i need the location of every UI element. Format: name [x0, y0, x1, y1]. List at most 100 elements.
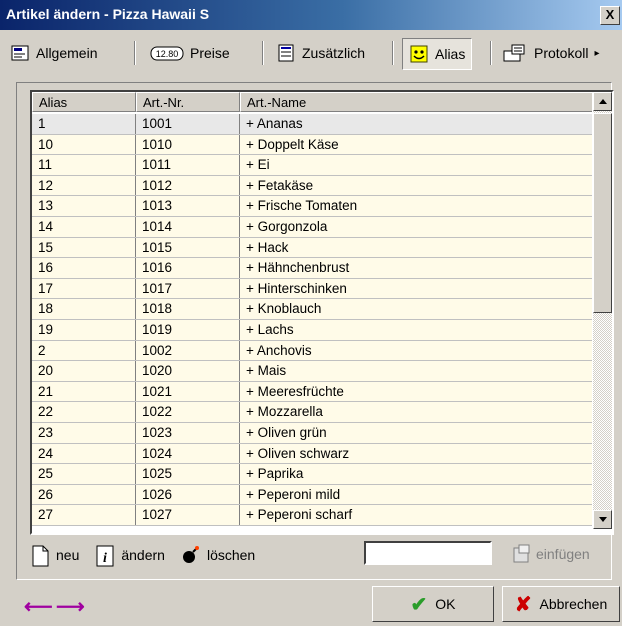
tab-label: Preise	[190, 45, 230, 61]
document-list-icon	[276, 43, 296, 63]
table-cell-nr: 1026	[136, 484, 240, 505]
tab-scroll-arrow-icon[interactable]: ▸	[594, 48, 599, 59]
grid-rows: 1 1001 + Ananas 10 1010 + Doppelt Käse 11 1011 +…	[32, 114, 592, 526]
vertical-scrollbar[interactable]	[593, 92, 612, 529]
table-cell-name: + Mozzarella	[246, 404, 323, 420]
scroll-down-button[interactable]	[593, 510, 612, 529]
table-row[interactable]: 24 1024 + Oliven schwarz	[32, 443, 592, 465]
close-button[interactable]: X	[600, 6, 620, 25]
table-row[interactable]: 20 1020 + Mais	[32, 361, 592, 382]
cancel-button[interactable]: ✘ Abbrechen	[502, 586, 620, 622]
scroll-thumb[interactable]	[593, 113, 612, 313]
new-document-icon	[30, 545, 50, 567]
table-cell-name: + Hähnchenbrust	[246, 260, 350, 276]
table-cell-alias: 22	[32, 402, 136, 422]
table-cell-nr: 1027	[136, 505, 240, 525]
next-arrow-icon[interactable]: ⟶	[56, 594, 85, 619]
delete-button[interactable]: löschen	[181, 545, 255, 565]
table-cell-name: + Anchovis	[246, 342, 312, 358]
edit-button[interactable]: i ändern	[95, 545, 165, 567]
tab-label: Zusätzlich	[302, 45, 366, 61]
table-row[interactable]: 17 1017 + Hinterschinken	[32, 278, 592, 300]
table-cell-nr: 1023	[136, 422, 240, 443]
table-row[interactable]: 18 1018 + Knoblauch	[32, 299, 592, 320]
table-row[interactable]: 12 1012 + Fetakäse	[32, 175, 592, 197]
table-cell-alias: 18	[32, 299, 136, 319]
table-cell-name: + Oliven grün	[246, 424, 327, 440]
table-cell-nr: 1025	[136, 464, 240, 484]
table-cell-nr: 1001	[136, 114, 240, 134]
table-cell-alias: 16	[32, 258, 136, 278]
table-row[interactable]: 1 1001 + Ananas	[32, 114, 592, 135]
column-header-art-name[interactable]: Art.-Name	[240, 92, 592, 112]
insert-icon	[512, 544, 532, 564]
table-cell-name: + Meeresfrüchte	[246, 383, 344, 399]
table-cell-nr: 1014	[136, 216, 240, 237]
table-row[interactable]: 22 1022 + Mozzarella	[32, 402, 592, 423]
window-title: Artikel ändern - Pizza Hawaii S	[6, 6, 210, 22]
ok-button[interactable]: ✔ OK	[372, 586, 494, 622]
table-cell-alias: 10	[32, 134, 136, 155]
table-cell-alias: 27	[32, 505, 136, 525]
table-cell-name: + Knoblauch	[246, 301, 322, 317]
table-cell-nr: 1013	[136, 196, 240, 216]
table-cell-name: + Peperoni scharf	[246, 507, 353, 523]
table-cell-name: + Doppelt Käse	[246, 136, 339, 152]
table-cell-nr: 1015	[136, 237, 240, 258]
table-cell-name: + Ananas	[246, 116, 303, 131]
tab-label: Protokoll	[534, 45, 589, 61]
new-button[interactable]: neu	[30, 545, 79, 567]
svg-text:12.80: 12.80	[156, 49, 179, 59]
table-cell-alias: 12	[32, 175, 136, 196]
tab-alias[interactable]: Alias	[402, 38, 473, 70]
cross-icon: ✘	[514, 593, 532, 616]
table-cell-name: + Hinterschinken	[246, 280, 347, 296]
tab-label: Allgemein	[36, 45, 98, 61]
insert-button[interactable]: einfügen	[512, 544, 590, 564]
table-row[interactable]: 21 1021 + Meeresfrüchte	[32, 381, 592, 403]
table-cell-nr: 1022	[136, 402, 240, 422]
tab-allgemein[interactable]: Allgemein	[10, 38, 97, 68]
table-row[interactable]: 26 1026 + Peperoni mild	[32, 484, 592, 506]
general-icon	[10, 43, 30, 63]
table-cell-nr: 1011	[136, 155, 240, 175]
tab-preise[interactable]: 12.80 Preise	[150, 38, 230, 68]
table-cell-nr: 1017	[136, 278, 240, 299]
table-cell-nr: 1021	[136, 381, 240, 402]
table-row[interactable]: 15 1015 + Hack	[32, 237, 592, 259]
price-tag-icon: 12.80	[150, 43, 184, 63]
table-row[interactable]: 23 1023 + Oliven grün	[32, 422, 592, 444]
table-cell-name: + Hack	[246, 239, 289, 255]
check-icon: ✔	[410, 593, 428, 616]
table-cell-alias: 26	[32, 484, 136, 505]
table-row[interactable]: 19 1019 + Lachs	[32, 319, 592, 341]
mask-icon	[409, 44, 429, 64]
scroll-up-button[interactable]	[593, 92, 612, 111]
table-cell-alias: 15	[32, 237, 136, 258]
svg-text:i: i	[103, 551, 107, 566]
table-cell-name: + Paprika	[246, 466, 304, 482]
alias-input[interactable]	[364, 541, 492, 565]
table-cell-nr: 1024	[136, 443, 240, 464]
table-cell-name: + Gorgonzola	[246, 218, 328, 234]
table-row[interactable]: 27 1027 + Peperoni scharf	[32, 505, 592, 526]
table-row[interactable]: 10 1010 + Doppelt Käse	[32, 134, 592, 156]
table-cell-name: + Oliven schwarz	[246, 445, 350, 461]
table-row[interactable]: 2 1002 + Anchovis	[32, 340, 592, 362]
table-row[interactable]: 14 1014 + Gorgonzola	[32, 216, 592, 238]
tab-protokoll[interactable]: Protokoll ▸	[502, 38, 600, 68]
table-row[interactable]: 25 1025 + Paprika	[32, 464, 592, 485]
table-cell-name: + Peperoni mild	[246, 486, 341, 502]
title-bar[interactable]: Artikel ändern - Pizza Hawaii S X	[0, 0, 622, 30]
table-cell-alias: 20	[32, 361, 136, 381]
table-row[interactable]: 11 1011 + Ei	[32, 155, 592, 176]
table-cell-nr: 1019	[136, 319, 240, 340]
tab-zusaetzlich[interactable]: Zusätzlich	[276, 38, 365, 68]
table-row[interactable]: 16 1016 + Hähnchenbrust	[32, 258, 592, 279]
previous-arrow-icon[interactable]: ⟵	[24, 594, 53, 619]
column-header-art-nr[interactable]: Art.-Nr.	[136, 92, 240, 112]
column-header-alias[interactable]: Alias	[32, 92, 136, 112]
table-row[interactable]: 13 1013 + Frische Tomaten	[32, 196, 592, 217]
alias-grid[interactable]: Alias Art.-Nr. Art.-Name 1 1001 + Ananas 10…	[30, 90, 614, 535]
table-cell-nr: 1010	[136, 134, 240, 155]
